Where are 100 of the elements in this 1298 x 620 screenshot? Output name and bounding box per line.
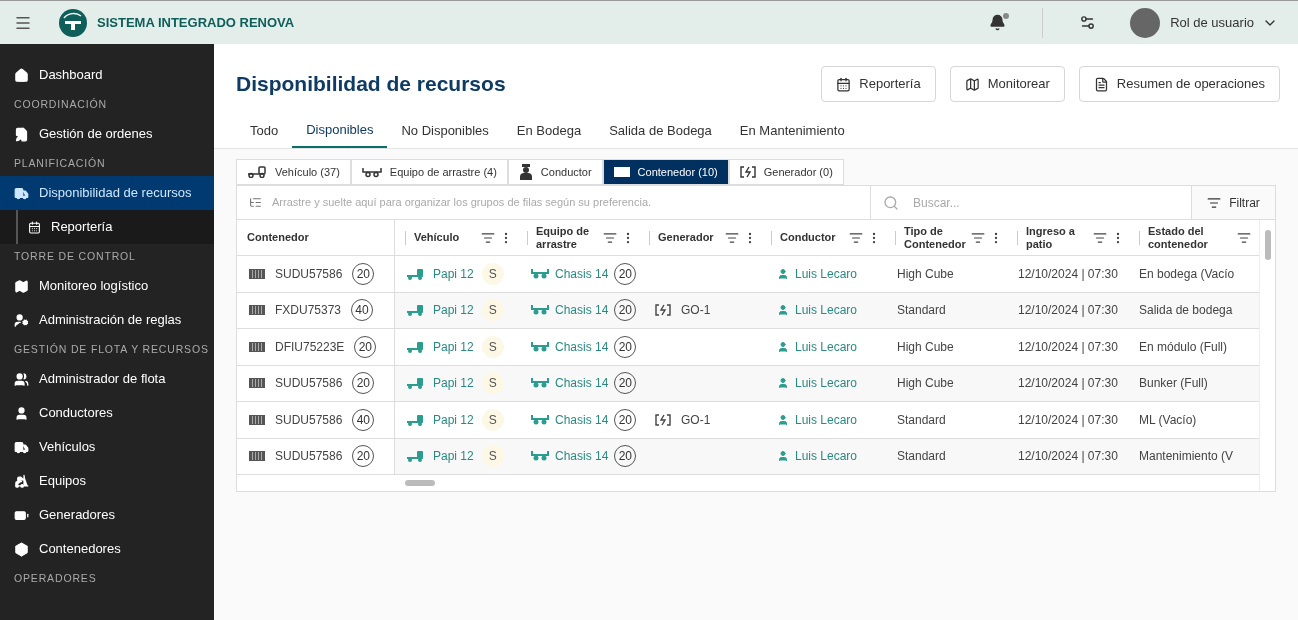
equipment-link[interactable]: Chasis 14: [555, 374, 609, 393]
resource-tab[interactable]: Vehículo (37): [236, 159, 351, 185]
resource-tab[interactable]: Conductor: [507, 159, 603, 185]
driver-icon: [518, 164, 533, 180]
column-header[interactable]: Generador: [658, 231, 721, 244]
sidebar-item[interactable]: Conductores: [0, 396, 214, 430]
container-icon: [613, 167, 630, 177]
action-button[interactable]: Reportería: [821, 66, 936, 102]
trailer-icon: [531, 268, 549, 279]
sidebar-item[interactable]: Generadores: [0, 498, 214, 532]
column-header[interactable]: Contenedor: [247, 231, 390, 244]
vehicle-link[interactable]: Papi 12: [433, 301, 474, 320]
filter-button[interactable]: Filtrar: [1192, 186, 1275, 219]
vehicle-link[interactable]: Papi 12: [433, 374, 474, 393]
action-button[interactable]: Monitorear: [949, 66, 1065, 102]
equipment-link[interactable]: Chasis 14: [555, 264, 609, 283]
equipment-link[interactable]: Chasis 14: [555, 337, 609, 356]
edit-icon: [14, 126, 29, 142]
bell-icon: [989, 14, 1007, 31]
resource-tab[interactable]: Generador (0): [728, 159, 844, 185]
container-status: En bodega (Vacío: [1139, 265, 1235, 283]
container-code: SUDU57586: [275, 265, 343, 283]
sidebar-item[interactable]: Vehículos: [0, 430, 214, 464]
filter-icon[interactable]: [1093, 230, 1107, 245]
driver-link[interactable]: Luis Lecaro: [795, 410, 858, 429]
filter-icon[interactable]: [725, 230, 739, 245]
filter-icon[interactable]: [603, 230, 617, 245]
avatar: [1130, 7, 1161, 38]
equipment-link[interactable]: Chasis 14: [555, 301, 609, 320]
search-icon: [883, 194, 899, 211]
filter-icon[interactable]: [849, 230, 863, 245]
status-tab[interactable]: Todo: [236, 114, 293, 148]
entry-date: 12/10/2024 | 07:30: [1018, 302, 1118, 320]
generator-icon: [655, 413, 671, 426]
user-icon: [777, 340, 789, 353]
settings-icon: [1079, 14, 1097, 31]
vehicle-link[interactable]: Papi 12: [433, 264, 474, 283]
vehicle-link[interactable]: Papi 12: [433, 447, 474, 466]
settings-button[interactable]: [1079, 14, 1097, 31]
equipment-link[interactable]: Chasis 14: [555, 447, 609, 466]
container-code: FXDU75373: [275, 302, 342, 320]
driver-link[interactable]: Luis Lecaro: [795, 301, 858, 320]
vehicle-link[interactable]: Papi 12: [433, 410, 474, 429]
container-code: SUDU57586: [275, 375, 343, 393]
sidebar-item[interactable]: Administración de reglas: [0, 303, 214, 337]
vertical-scrollbar[interactable]: [1264, 230, 1271, 260]
truck-icon: [247, 166, 267, 178]
vehicle-link[interactable]: Papi 12: [433, 337, 474, 356]
sidebar-item[interactable]: Dashboard: [0, 58, 214, 92]
container-type: Standard: [897, 411, 946, 429]
column-header[interactable]: Equipo de arrastre: [536, 224, 599, 251]
notifications-button[interactable]: [989, 14, 1007, 31]
generator-code: GO-1: [681, 411, 711, 429]
filter-icon[interactable]: [481, 230, 495, 245]
equipment-link[interactable]: Chasis 14: [555, 410, 609, 429]
driver-link[interactable]: Luis Lecaro: [795, 337, 858, 356]
container-icon: [249, 451, 265, 462]
column-header[interactable]: Ingreso a patio: [1026, 224, 1089, 251]
resource-tab[interactable]: Contenedor (10): [602, 159, 729, 185]
vehicle-badge: S: [481, 372, 504, 395]
vehicle-badge: S: [481, 408, 504, 431]
status-tab[interactable]: No Disponibles: [387, 114, 503, 148]
column-header[interactable]: Tipo de Contenedor: [904, 224, 967, 251]
sidebar-item[interactable]: Equipos: [0, 464, 214, 498]
sidebar-item[interactable]: Contenedores: [0, 532, 214, 566]
resource-tab[interactable]: Equipo de arrastre (4): [350, 159, 508, 185]
map-icon: [14, 278, 29, 294]
sidebar-section-heading: COORDINACIÓN: [13, 96, 108, 112]
sidebar-item[interactable]: Disponibilidad de recursos: [0, 176, 214, 210]
vehicle-badge: S: [481, 299, 504, 322]
status-tab[interactable]: Salida de Bodega: [595, 114, 726, 148]
column-header[interactable]: Conductor: [780, 231, 845, 244]
action-button[interactable]: Resumen de operaciones: [1078, 66, 1280, 102]
sidebar-item[interactable]: Administrador de flota: [0, 362, 214, 396]
horizontal-scrollbar[interactable]: [405, 480, 435, 486]
sidebar-item[interactable]: Monitoreo logístico: [0, 269, 214, 303]
driver-link[interactable]: Luis Lecaro: [795, 264, 858, 283]
container-status: En módulo (Full): [1139, 338, 1228, 356]
box-icon: [14, 541, 29, 557]
home-icon: [14, 67, 29, 83]
group-hint: Arrastre y suelte aquí para organizar los grupos de filas según su preferencia.: [272, 195, 652, 211]
driver-link[interactable]: Luis Lecaro: [795, 374, 858, 393]
driver-link[interactable]: Luis Lecaro: [795, 447, 858, 466]
column-header[interactable]: Estado del contenedor: [1148, 224, 1233, 251]
page-title: Disponibilidad de recursos: [236, 71, 506, 98]
filter-icon[interactable]: [1237, 230, 1251, 245]
logo-icon: [59, 8, 87, 37]
user-menu-button[interactable]: Rol de usuario: [1170, 12, 1278, 33]
user-icon: [777, 450, 789, 463]
status-tab[interactable]: En Mantenimiento: [725, 114, 859, 148]
sidebar-item[interactable]: Gestión de ordenes: [0, 117, 214, 151]
status-tab[interactable]: En Bodega: [502, 114, 596, 148]
user-gear-icon: [14, 312, 29, 328]
entry-date: 12/10/2024 | 07:30: [1018, 338, 1118, 356]
container-code: DFIU75223E: [275, 338, 345, 356]
filter-icon[interactable]: [971, 230, 985, 245]
search-field[interactable]: Buscar...: [913, 188, 1179, 217]
column-header[interactable]: Vehículo: [414, 231, 477, 244]
user-icon: [777, 413, 789, 426]
container-code: SUDU57586: [275, 448, 343, 466]
